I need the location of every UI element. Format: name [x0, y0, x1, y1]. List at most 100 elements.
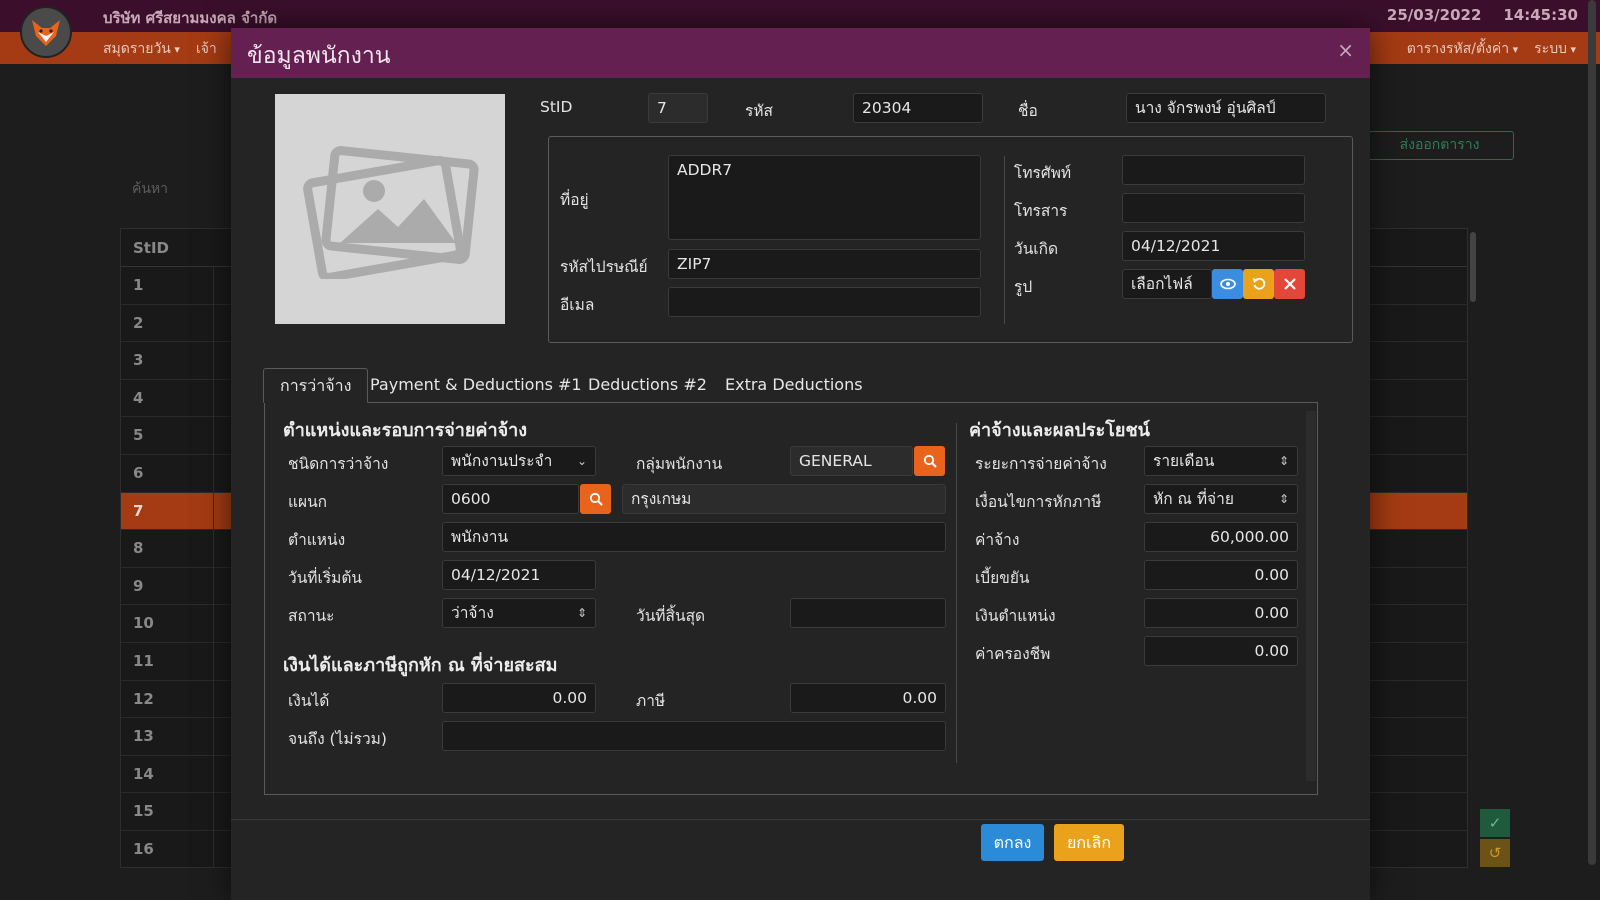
income-field[interactable]: 0.00	[442, 683, 596, 713]
department-name-field: กรุงเกษม	[622, 484, 946, 514]
department-label: แผนก	[288, 493, 328, 511]
fax-label: โทรสาร	[1014, 202, 1068, 220]
employment-type-select[interactable]: พนักงานประจำ ⌄	[442, 446, 596, 476]
fox-logo-icon	[32, 20, 60, 46]
nav-codes-settings[interactable]: ตารางรหัส/ตั้งค่า	[1407, 41, 1518, 57]
nav-journal[interactable]: สมุดรายวัน	[103, 41, 180, 57]
birthdate-field[interactable]: 04/12/2021	[1122, 231, 1305, 261]
until-label: จนถึง (ไม่รวม)	[288, 730, 387, 748]
phone-label: โทรศัพท์	[1014, 164, 1072, 182]
datetime: 25/03/2022 14:45:30	[1387, 6, 1578, 24]
position-pay-label: เงินตำแหน่ง	[975, 607, 1056, 625]
search-label: ค้นหา	[132, 181, 169, 197]
modal-header: ข้อมูลพนักงาน ×	[231, 28, 1370, 78]
current-date: 25/03/2022	[1386, 6, 1482, 24]
footer-divider	[231, 819, 1370, 820]
app-logo[interactable]	[20, 6, 72, 58]
living-allowance-label: ค่าครองชีพ	[975, 645, 1051, 663]
pay-period-label: ระยะการจ่ายค่าจ้าง	[975, 455, 1107, 473]
nav-right: ตารางรหัส/ตั้งค่า ระบบ	[1407, 38, 1576, 60]
end-date-field[interactable]	[790, 598, 946, 628]
address-field[interactable]: ADDR7	[668, 155, 981, 240]
employee-group-label: กลุ่มพนักงาน	[636, 455, 723, 473]
position-pay-field[interactable]: 0.00	[1144, 598, 1298, 628]
stid-label: StID	[540, 98, 573, 116]
tax-condition-select[interactable]: หัก ณ ที่จ่าย ⇕	[1144, 484, 1298, 514]
tab-extra-deductions[interactable]: Extra Deductions	[709, 368, 879, 403]
sort-arrows-icon: ⇕	[1278, 492, 1289, 506]
pay-period-select[interactable]: รายเดือน ⇕	[1144, 446, 1298, 476]
position-field[interactable]: พนักงาน	[442, 522, 946, 552]
side-undo-button[interactable]: ↺	[1480, 839, 1510, 867]
until-field[interactable]	[442, 721, 946, 751]
choose-file-field[interactable]: เลือกไฟล์	[1122, 269, 1212, 299]
panel-scrollbar[interactable]	[1306, 411, 1316, 781]
birthdate-label: วันเกิด	[1014, 240, 1059, 258]
wage-label: ค่าจ้าง	[975, 531, 1020, 549]
status-value: ว่าจ้าง	[451, 604, 494, 622]
cancel-button[interactable]: ยกเลิก	[1054, 824, 1124, 861]
close-icon[interactable]: ×	[1337, 38, 1354, 62]
reset-photo-button[interactable]	[1243, 269, 1274, 299]
end-date-label: วันที่สิ้นสุด	[636, 607, 706, 625]
code-field[interactable]: 20304	[853, 93, 983, 123]
column-divider	[213, 267, 214, 867]
ok-button[interactable]: ตกลง	[981, 824, 1044, 861]
search-icon	[923, 454, 937, 468]
tab-deductions-2[interactable]: Deductions #2	[572, 368, 723, 403]
diligence-allowance-field[interactable]: 0.00	[1144, 560, 1298, 590]
address-label: ที่อยู่	[560, 191, 589, 209]
eye-icon	[1219, 278, 1236, 290]
fax-field[interactable]	[1122, 193, 1305, 223]
department-code-field[interactable]: 0600	[442, 484, 579, 514]
tax-label: ภาษี	[636, 692, 666, 710]
nav-system[interactable]: ระบบ	[1534, 41, 1576, 57]
group-search-button[interactable]	[914, 446, 945, 476]
photo-label: รูป	[1014, 278, 1033, 296]
undo-icon: ↺	[1488, 844, 1502, 862]
employee-group-field[interactable]: GENERAL	[790, 446, 913, 476]
undo-icon	[1252, 277, 1265, 290]
sort-arrows-icon: ⇕	[1278, 454, 1289, 468]
nav-partial[interactable]: เจ้า	[196, 41, 217, 57]
start-date-field[interactable]: 04/12/2021	[442, 560, 596, 590]
tab-employment[interactable]: การว่าจ้าง	[263, 368, 369, 403]
table-scrollbar[interactable]	[1470, 232, 1476, 302]
close-icon	[1283, 278, 1296, 290]
sort-arrows-icon: ⇕	[576, 606, 587, 620]
status-label: สถานะ	[288, 607, 335, 625]
phone-field[interactable]	[1122, 155, 1305, 185]
code-label: รหัส	[745, 102, 774, 120]
image-placeholder-icon	[303, 146, 479, 279]
search-icon	[589, 492, 603, 506]
zip-field[interactable]: ZIP7	[668, 249, 981, 279]
chevron-down-icon: ⌄	[576, 454, 587, 468]
employment-type-label: ชนิดการว่าจ้าง	[288, 455, 389, 473]
name-field[interactable]: นาง จักรพงษ์ อุ่นศิลป์	[1126, 93, 1326, 123]
nav-left: สมุดรายวัน เจ้า	[103, 38, 217, 60]
status-select[interactable]: ว่าจ้าง ⇕	[442, 598, 596, 628]
name-label: ชื่อ	[1018, 102, 1038, 120]
side-confirm-button[interactable]: ✓	[1480, 809, 1510, 837]
tax-condition-label: เงื่อนไขการหักภาษี	[975, 493, 1102, 511]
company-name: บริษัท ศรีสยามมงคล จำกัด	[103, 9, 278, 27]
page-scrollbar[interactable]	[1588, 0, 1596, 865]
start-date-label: วันที่เริ่มต้น	[288, 569, 363, 587]
email-field[interactable]	[668, 287, 981, 317]
view-photo-button[interactable]	[1212, 269, 1243, 299]
zip-label: รหัสไปรษณีย์	[560, 258, 648, 276]
pay-period-value: รายเดือน	[1153, 452, 1215, 470]
wage-field[interactable]: 60,000.00	[1144, 522, 1298, 552]
tab-payment-deductions-1[interactable]: Payment & Deductions #1	[354, 368, 598, 403]
accumulated-section-title: เงินได้และภาษีถูกหัก ณ ที่จ่ายสะสม	[283, 655, 558, 676]
contact-divider	[1004, 156, 1005, 324]
employee-photo	[275, 94, 505, 324]
department-search-button[interactable]	[580, 484, 611, 514]
stid-field[interactable]: 7	[648, 93, 708, 123]
living-allowance-field[interactable]: 0.00	[1144, 636, 1298, 666]
export-table-button[interactable]: ส่งออกตาราง	[1365, 131, 1514, 160]
tax-field[interactable]: 0.00	[790, 683, 946, 713]
remove-photo-button[interactable]	[1274, 269, 1305, 299]
email-label: อีเมล	[560, 296, 595, 314]
current-time: 14:45:30	[1503, 6, 1578, 24]
